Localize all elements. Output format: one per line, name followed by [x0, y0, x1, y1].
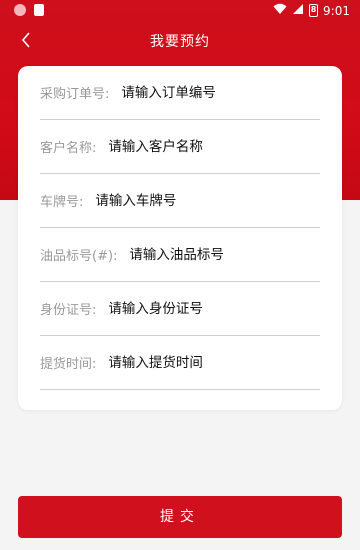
customer-name-label: 客户名称: — [40, 141, 97, 156]
order-number-input[interactable] — [121, 84, 320, 101]
plate-number-input[interactable] — [95, 192, 320, 209]
submit-button[interactable]: 提交 — [18, 496, 342, 538]
page-title: 我要预约 — [150, 34, 210, 50]
wifi-icon — [273, 3, 287, 18]
form-row-oil-grade: 油品标号(#): — [40, 228, 320, 282]
form-row-plate-number: 车牌号: — [40, 174, 320, 228]
customer-name-input[interactable] — [108, 138, 320, 155]
form-row-order-number: 采购订单号: — [40, 66, 320, 120]
sd-card-icon — [34, 4, 44, 16]
pickup-time-input[interactable] — [108, 354, 320, 371]
battery-icon: 8 — [309, 4, 319, 17]
id-number-label: 身份证号: — [40, 303, 97, 318]
form-row-customer-name: 客户名称: — [40, 120, 320, 174]
status-time: 9:01 — [323, 3, 350, 18]
form-row-pickup-time: 提货时间: — [40, 336, 320, 390]
oil-grade-input[interactable] — [129, 246, 320, 263]
order-number-label: 采购订单号: — [40, 87, 110, 102]
oil-grade-label: 油品标号(#): — [40, 249, 118, 264]
id-number-input[interactable] — [108, 300, 320, 317]
pickup-time-label: 提货时间: — [40, 357, 97, 372]
plate-number-label: 车牌号: — [40, 195, 84, 210]
form-row-id-number: 身份证号: — [40, 282, 320, 336]
status-bar: 8 9:01 — [0, 0, 360, 20]
nav-bar: 我要预约 — [0, 22, 360, 58]
signal-icon — [292, 3, 304, 18]
battery-level: 8 — [310, 5, 317, 14]
reservation-form: 采购订单号: 客户名称: 车牌号: 油品标号(#): 身份证号: 提货时间: — [18, 66, 342, 410]
notification-dot-icon — [14, 4, 26, 16]
